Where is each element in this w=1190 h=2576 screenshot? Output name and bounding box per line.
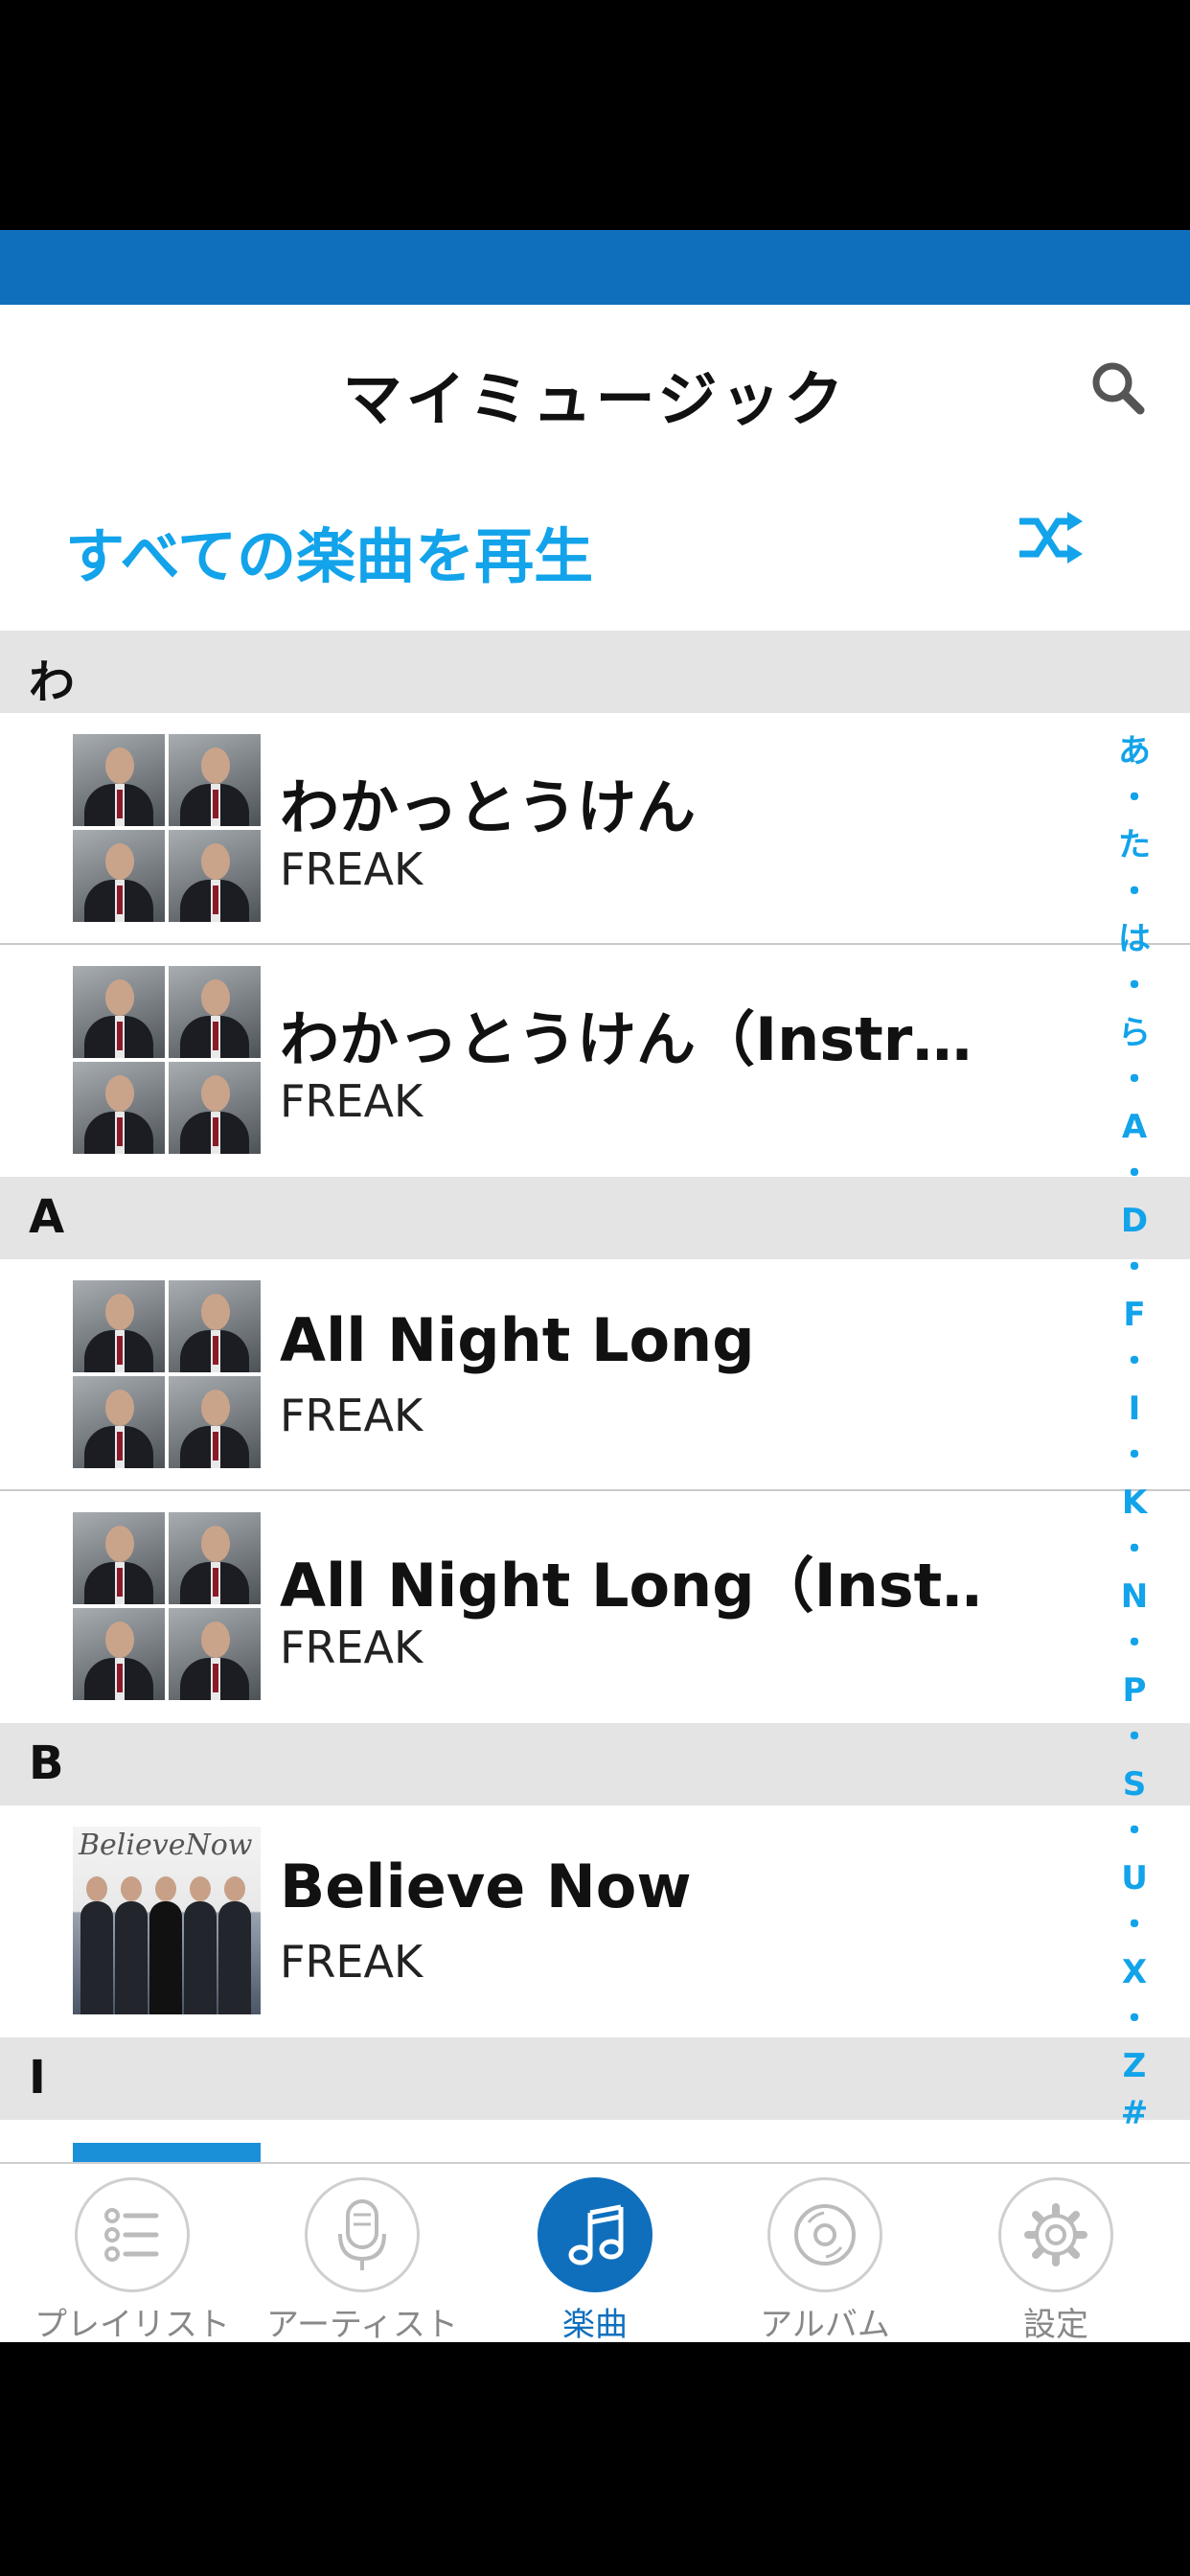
section-letter: I <box>29 2051 46 2104</box>
section-letter: A <box>29 1190 65 1244</box>
song-title: わかっとうけん <box>280 772 697 842</box>
index-item[interactable]: ・ <box>1108 1527 1161 1574</box>
index-item[interactable]: D <box>1108 1198 1161 1245</box>
section-header: I <box>0 2037 1190 2120</box>
section-header: B <box>0 1723 1190 1806</box>
microphone-icon <box>338 2199 386 2270</box>
tab-playlist[interactable]: プレイリスト <box>27 2177 238 2342</box>
song-title: Believe Now <box>280 1852 692 1921</box>
shuffle-icon <box>1019 512 1083 564</box>
tab-settings[interactable]: 設定 <box>950 2177 1161 2342</box>
index-item[interactable]: あ <box>1108 728 1161 775</box>
song-title: All Night Long（Inst… <box>280 1551 979 1621</box>
index-item[interactable]: X <box>1108 1949 1161 1996</box>
index-item[interactable]: # <box>1108 2090 1161 2137</box>
album-logo-text: BelieveNow <box>79 1828 253 1862</box>
top-black-bar <box>0 0 1190 230</box>
index-item[interactable]: ・ <box>1108 1151 1161 1198</box>
index-item[interactable]: ・ <box>1108 1902 1161 1949</box>
index-item[interactable]: ・ <box>1108 1339 1161 1386</box>
index-item[interactable]: F <box>1108 1292 1161 1339</box>
shuffle-button[interactable] <box>1016 508 1085 569</box>
index-item[interactable]: ・ <box>1108 1621 1161 1668</box>
index-item[interactable]: は <box>1108 916 1161 963</box>
bottom-black-bar <box>0 2342 1190 2576</box>
index-item[interactable]: ・ <box>1108 963 1161 1010</box>
play-all-button[interactable]: すべての楽曲を再生 <box>65 508 593 594</box>
index-item[interactable]: ・ <box>1108 1245 1161 1292</box>
album-art <box>73 966 261 1154</box>
gear-icon <box>1024 2203 1087 2266</box>
section-header: A <box>0 1177 1190 1259</box>
search-icon <box>1092 362 1145 415</box>
section-index-bar[interactable]: あ ・ た ・ は ・ ら ・ A ・ D ・ F ・ I ・ K ・ N ・ … <box>1108 728 1161 2137</box>
album-art <box>73 734 261 922</box>
index-item[interactable]: ら <box>1108 1010 1161 1057</box>
page-title: マイミュージック <box>342 364 848 434</box>
song-title: わかっとうけん（Instr… <box>280 1004 973 1074</box>
index-item[interactable]: Z <box>1108 2043 1161 2090</box>
index-item[interactable]: U <box>1108 1855 1161 1902</box>
album-art: BelieveNow <box>73 1827 261 2014</box>
tab-label: 楽曲 <box>562 2306 628 2342</box>
index-item[interactable]: P <box>1108 1668 1161 1714</box>
tab-label: 設定 <box>1023 2306 1088 2342</box>
tab-artist[interactable]: アーティスト <box>257 2177 468 2342</box>
song-title: All Night Long <box>280 1305 755 1375</box>
search-button[interactable] <box>1085 355 1152 422</box>
index-item[interactable]: ・ <box>1108 1714 1161 1761</box>
playlist-icon <box>104 2208 159 2262</box>
song-row[interactable]: わかっとうけん（Instr… FREAK <box>0 945 1190 1177</box>
tab-label: プレイリスト <box>34 2306 230 2342</box>
index-item[interactable]: ・ <box>1108 869 1161 916</box>
index-item[interactable]: S <box>1108 1761 1161 1808</box>
index-item[interactable]: N <box>1108 1574 1161 1621</box>
song-row[interactable]: BelieveNow Believe Now FREAK <box>0 1806 1190 2037</box>
song-artist: FREAK <box>280 1390 423 1441</box>
index-item[interactable]: ・ <box>1108 1808 1161 1855</box>
header: マイミュージック <box>0 305 1190 468</box>
album-art <box>73 1280 261 1468</box>
app-screen: マイミュージック すべての楽曲を再生 わ わかっとうけん FREAK わかっとう… <box>0 305 1190 2342</box>
section-letter: わ <box>29 656 76 709</box>
song-artist: FREAK <box>280 1075 423 1127</box>
index-item[interactable]: A <box>1108 1104 1161 1151</box>
status-bar <box>0 230 1190 305</box>
index-item[interactable]: ・ <box>1108 775 1161 822</box>
song-artist: FREAK <box>280 1622 423 1673</box>
index-item[interactable]: ・ <box>1108 1433 1161 1480</box>
song-row[interactable]: All Night Long FREAK <box>0 1259 1190 1491</box>
song-artist: FREAK <box>280 843 423 895</box>
index-item[interactable]: ・ <box>1108 1057 1161 1104</box>
album-art <box>73 1512 261 1700</box>
tab-label: アルバム <box>760 2306 890 2342</box>
play-all-row[interactable]: すべての楽曲を再生 <box>0 468 1190 611</box>
section-header: わ <box>0 631 1190 713</box>
index-item[interactable]: た <box>1108 822 1161 869</box>
song-artist: FREAK <box>280 1936 423 1988</box>
song-list: わ わかっとうけん FREAK わかっとうけん（Instr… FREAK A A… <box>0 631 1190 2342</box>
tab-label: アーティスト <box>266 2306 458 2342</box>
index-item[interactable]: I <box>1108 1386 1161 1433</box>
song-row[interactable]: All Night Long（Inst… FREAK <box>0 1491 1190 1723</box>
song-row[interactable]: わかっとうけん FREAK <box>0 713 1190 945</box>
index-item[interactable]: ・ <box>1108 1996 1161 2043</box>
tab-album[interactable]: アルバム <box>720 2177 930 2342</box>
music-note-icon <box>568 2204 624 2266</box>
disc-icon <box>794 2204 856 2266</box>
tab-bar: プレイリスト アーティスト 楽曲 アルバム 設定 <box>0 2162 1190 2342</box>
section-letter: B <box>29 1736 64 1790</box>
index-item[interactable]: K <box>1108 1480 1161 1527</box>
tab-songs[interactable]: 楽曲 <box>490 2177 700 2342</box>
